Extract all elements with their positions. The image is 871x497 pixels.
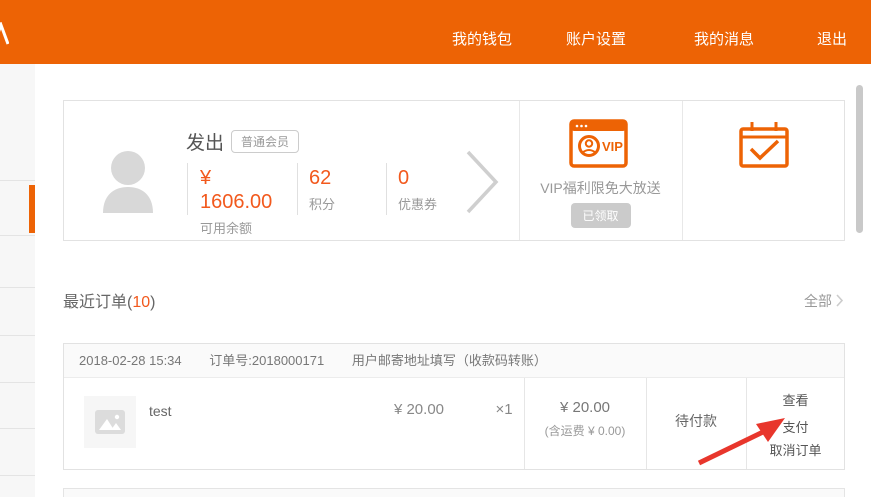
username: 发出 bbox=[186, 128, 224, 155]
coupons-label: 优惠券 bbox=[398, 194, 437, 213]
recent-orders-count: 10 bbox=[132, 294, 150, 311]
order-body: test ¥ 20.00 ×1 ¥ 20.00 (含运费 ¥ 0.00) 待付款… bbox=[64, 378, 844, 469]
stat-divider bbox=[187, 163, 188, 215]
order-shipping-note: (含运费 ¥ 0.00) bbox=[524, 422, 646, 439]
order-datetime: 2018-02-28 15:34 bbox=[79, 353, 182, 368]
order-number: 订单号:2018000171 bbox=[209, 353, 324, 368]
scrollbar-thumb[interactable] bbox=[856, 85, 863, 233]
points-label: 积分 bbox=[309, 194, 335, 213]
sidebar-active-indicator[interactable] bbox=[29, 185, 35, 233]
calendar-check-icon bbox=[738, 120, 790, 175]
sidebar-divider bbox=[0, 428, 35, 429]
balance-label: 可用余额 bbox=[200, 218, 252, 237]
carousel-next-icon[interactable] bbox=[464, 149, 502, 220]
stat-divider bbox=[297, 163, 298, 215]
order-action-pay[interactable]: 支付 bbox=[746, 417, 845, 436]
sidebar-divider bbox=[0, 335, 35, 336]
balance-value: ¥ 1606.00 bbox=[200, 166, 288, 214]
product-unit-price: ¥ 20.00 bbox=[354, 401, 444, 418]
product-quantity: ×1 bbox=[479, 401, 529, 418]
vip-browser-icon: VIP bbox=[569, 118, 629, 175]
member-level-badge: 普通会员 bbox=[231, 130, 299, 153]
sidebar-divider bbox=[0, 287, 35, 288]
user-summary-card: 发出 普通会员 ¥ 1606.00 可用余额 62 积分 0 优惠券 VIP V… bbox=[63, 100, 845, 241]
order-status: 待付款 bbox=[646, 411, 746, 431]
sidebar bbox=[0, 64, 35, 497]
order-total-amount: ¥ 20.00 bbox=[524, 399, 646, 416]
order-action-cancel[interactable]: 取消订单 bbox=[746, 440, 845, 459]
vip-promo-banner[interactable]: VIP VIP福利限免大放送 已领取 bbox=[519, 101, 682, 240]
nav-account-settings[interactable]: 账户设置 bbox=[566, 28, 626, 49]
checkin-calendar-banner[interactable] bbox=[682, 101, 846, 240]
vip-claimed-button[interactable]: 已领取 bbox=[570, 203, 630, 228]
recent-orders-title-close: ) bbox=[150, 294, 155, 311]
product-name-link[interactable]: test bbox=[149, 403, 172, 419]
sidebar-divider bbox=[0, 180, 35, 181]
image-placeholder-icon bbox=[94, 409, 126, 435]
next-order-card-partial bbox=[63, 488, 845, 497]
chevron-right-icon bbox=[835, 294, 844, 310]
view-all-orders-link[interactable]: 全部 bbox=[804, 291, 841, 311]
sidebar-divider bbox=[0, 235, 35, 236]
coupons-value: 0 bbox=[398, 166, 409, 190]
svg-text:VIP: VIP bbox=[602, 139, 623, 154]
top-nav-bar: 我的钱包 账户设置 我的消息 退出 bbox=[0, 0, 871, 64]
recent-orders-title-text: 最近订单( bbox=[63, 294, 132, 311]
sidebar-divider bbox=[0, 382, 35, 383]
order-card: 2018-02-28 15:34 订单号:2018000171 用户邮寄地址填写… bbox=[63, 343, 845, 470]
product-thumbnail bbox=[84, 396, 136, 448]
order-header: 2018-02-28 15:34 订单号:2018000171 用户邮寄地址填写… bbox=[64, 344, 844, 378]
order-action-view[interactable]: 查看 bbox=[746, 390, 845, 409]
recent-orders-title: 最近订单(10) bbox=[63, 288, 155, 312]
nav-my-wallet[interactable]: 我的钱包 bbox=[452, 28, 512, 49]
nav-my-messages[interactable]: 我的消息 bbox=[694, 28, 754, 49]
nav-logout[interactable]: 退出 bbox=[817, 28, 847, 49]
vip-promo-title: VIP福利限免大放送 bbox=[519, 178, 682, 198]
points-value: 62 bbox=[309, 166, 331, 190]
site-logo-icon bbox=[0, 22, 9, 51]
sidebar-divider bbox=[0, 475, 35, 476]
user-avatar bbox=[101, 149, 156, 218]
view-all-label: 全部 bbox=[804, 293, 832, 309]
stat-divider bbox=[386, 163, 387, 215]
order-note: 用户邮寄地址填写（收款码转账） bbox=[352, 353, 547, 368]
